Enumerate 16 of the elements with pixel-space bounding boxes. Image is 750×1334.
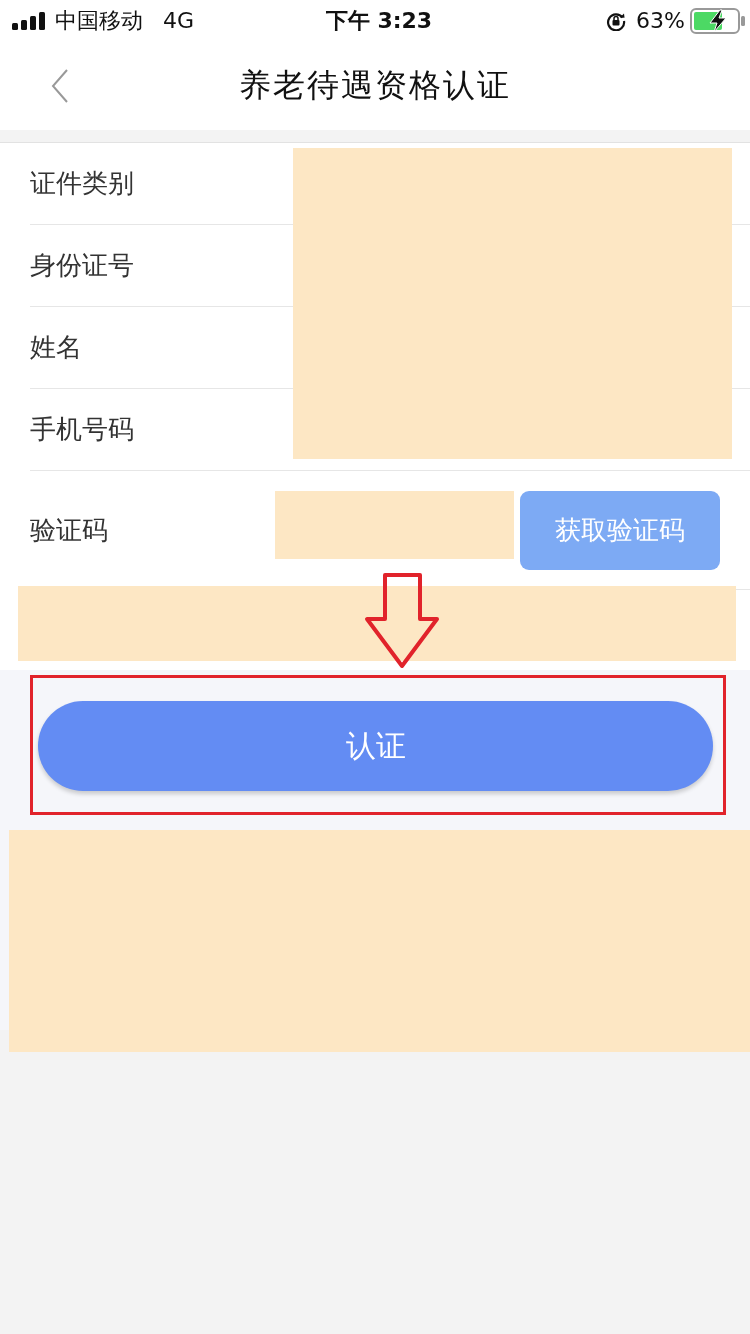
battery-charging-icon [690,8,746,34]
battery-percent: 63% [636,8,685,34]
page-title: 养老待遇资格认证 [239,65,511,106]
network-type: 4G [163,8,195,34]
get-code-button[interactable]: 获取验证码 [520,490,720,570]
back-icon[interactable] [51,69,69,103]
field-label: 身份证号 [30,249,134,282]
field-label: 姓名 [30,331,82,364]
rotation-lock-icon [606,11,627,31]
field-label: 验证码 [30,513,108,547]
signal-bars-icon [12,12,46,30]
verify-button[interactable]: 认证 [38,701,713,791]
field-label: 证件类别 [30,167,134,200]
status-time: 下午 3:23 [325,8,433,34]
carrier-name: 中国移动 [55,8,143,34]
field-label: 手机号码 [30,413,134,446]
